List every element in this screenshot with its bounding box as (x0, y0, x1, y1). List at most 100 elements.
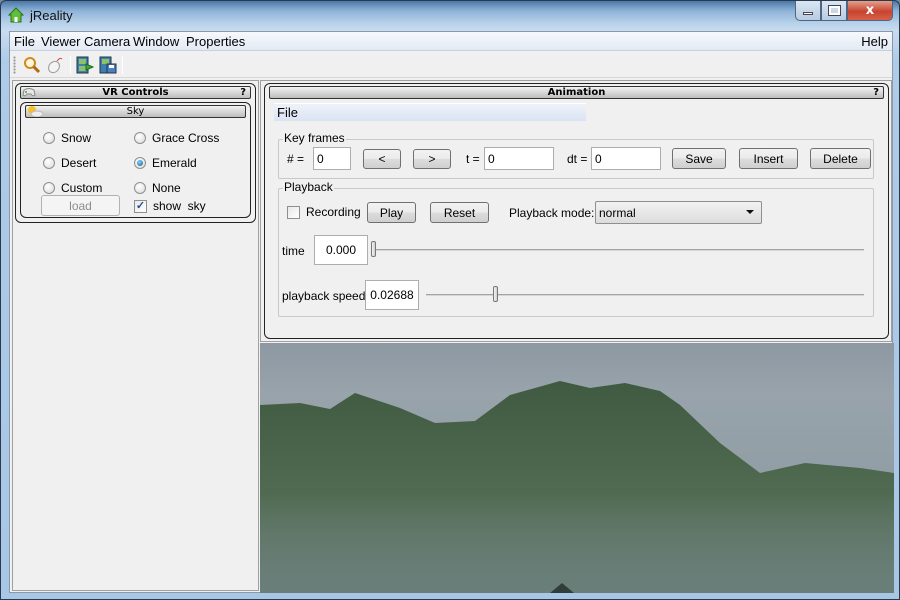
dt-label: dt = (567, 152, 588, 166)
recording-label: Recording (306, 205, 361, 219)
vr-controls-dock: VR Controls ? Sky Snow Grace Cross Deser… (12, 80, 259, 591)
menu-camera[interactable]: Camera (82, 33, 132, 50)
vr-controls-header[interactable]: VR Controls ? (20, 86, 251, 99)
speed-slider-track[interactable] (426, 294, 864, 296)
terrain-scene (260, 381, 894, 593)
film-export-icon (76, 56, 94, 74)
app-window: jReality x File Viewer Camera Window Pro… (0, 0, 900, 600)
save-keyframe-button[interactable]: Save (672, 148, 726, 169)
export-button[interactable] (75, 55, 95, 75)
menu-file[interactable]: File (12, 33, 37, 50)
3d-viewport[interactable] (260, 343, 894, 593)
playback-speed-field[interactable]: 0.02688 (365, 280, 419, 310)
save-film-button[interactable] (98, 55, 118, 75)
next-keyframe-button[interactable]: > (413, 149, 451, 169)
title-bar[interactable]: jReality x (1, 1, 900, 31)
playback-speed-label: playback speed (282, 289, 366, 303)
sky-header[interactable]: Sky (25, 105, 246, 118)
show-sky-checkbox[interactable]: ✓ (134, 199, 147, 213)
animation-help-button[interactable]: ? (873, 87, 879, 98)
index-label: # = (287, 152, 305, 166)
sky-option-none[interactable]: None (134, 181, 181, 195)
home-icon (8, 7, 24, 23)
time-field[interactable]: 0.000 (314, 235, 368, 265)
maximize-icon (827, 5, 841, 16)
magnifier-icon (24, 57, 41, 74)
speed-slider-thumb[interactable] (493, 286, 499, 302)
film-save-icon (99, 56, 117, 74)
playback-mode-value: normal (599, 205, 636, 220)
recording-option[interactable]: Recording (287, 205, 361, 219)
radio-label: Emerald (152, 156, 197, 170)
minimize-button[interactable] (795, 1, 821, 21)
radio-custom[interactable] (43, 182, 55, 194)
menu-bar: File Viewer Camera Window Properties Hel… (10, 32, 892, 51)
mist-layer (260, 493, 894, 593)
radio-grace-cross[interactable] (134, 132, 146, 144)
sky-option-grace-cross[interactable]: Grace Cross (134, 131, 219, 145)
radio-label: Desert (61, 156, 97, 170)
window-title: jReality (30, 8, 73, 23)
reset-button[interactable]: Reset (430, 202, 489, 223)
minimize-icon (803, 12, 813, 15)
t-field[interactable]: 0 (484, 147, 554, 170)
prev-keyframe-button[interactable]: < (363, 149, 401, 169)
zoom-tool-button[interactable] (22, 55, 42, 75)
menu-help[interactable]: Help (859, 33, 890, 50)
toolbar-separator (122, 56, 123, 74)
show-sky-label: show sky (153, 199, 206, 213)
animation-file-menu[interactable]: File (274, 103, 586, 121)
key-frames-title: Key frames (283, 131, 346, 145)
sun-cloud-icon (27, 105, 44, 120)
delete-keyframe-button[interactable]: Delete (810, 148, 871, 169)
animation-title: Animation (547, 87, 606, 98)
close-button[interactable]: x (847, 1, 893, 21)
toolbar (10, 52, 892, 78)
mouse-tool-button[interactable] (45, 55, 65, 75)
recording-checkbox[interactable] (287, 205, 300, 219)
time-label: time (282, 244, 305, 258)
vr-controls-help-button[interactable]: ? (240, 87, 246, 98)
radio-label: Snow (61, 131, 92, 145)
sky-option-desert[interactable]: Desert (43, 156, 96, 170)
play-button[interactable]: Play (367, 202, 416, 223)
animation-dock: Animation ? File Key frames # = 0 < > t … (260, 80, 892, 342)
close-icon: x (865, 3, 875, 18)
radio-label: Custom (61, 181, 103, 195)
radio-none[interactable] (134, 182, 146, 194)
sky-option-emerald[interactable]: Emerald (134, 156, 197, 170)
animation-panel: Animation ? File Key frames # = 0 < > t … (264, 83, 889, 339)
time-slider-track[interactable] (374, 249, 864, 251)
radio-desert[interactable] (43, 157, 55, 169)
animation-header[interactable]: Animation ? (269, 86, 884, 99)
sky-panel: Sky Snow Grace Cross Desert Emerald Cust… (20, 102, 251, 218)
show-sky-option[interactable]: ✓ show sky (134, 199, 206, 213)
toolbar-separator (70, 56, 71, 74)
menu-properties[interactable]: Properties (184, 33, 247, 50)
vr-controls-panel: VR Controls ? Sky Snow Grace Cross Deser… (15, 83, 256, 223)
menu-window[interactable]: Window (131, 33, 181, 50)
sky-option-snow[interactable]: Snow (43, 131, 91, 145)
maximize-button[interactable] (821, 1, 847, 21)
time-slider-thumb[interactable] (371, 241, 376, 257)
radio-snow[interactable] (43, 132, 55, 144)
dt-field[interactable]: 0 (591, 147, 661, 170)
load-button[interactable]: load (41, 195, 120, 216)
radio-label: None (152, 181, 181, 195)
vr-controls-title: VR Controls (102, 87, 169, 98)
sky-option-custom[interactable]: Custom (43, 181, 102, 195)
toolbar-grip[interactable] (13, 56, 16, 74)
key-frames-group: Key frames # = 0 < > t = 0 dt = 0 Save I… (278, 131, 874, 179)
client-area: File Viewer Camera Window Properties Hel… (9, 31, 894, 593)
sky-title: Sky (126, 106, 145, 117)
playback-mode-label: Playback mode: (509, 206, 595, 220)
playback-group: Playback Recording Play Reset Playback m… (278, 180, 874, 317)
menu-viewer[interactable]: Viewer (39, 33, 83, 50)
radio-label: Grace Cross (152, 131, 220, 145)
playback-mode-select[interactable]: normal (595, 201, 762, 224)
radio-emerald[interactable] (134, 157, 146, 169)
chevron-down-icon (746, 210, 754, 214)
playback-title: Playback (283, 180, 334, 194)
index-field[interactable]: 0 (313, 147, 351, 170)
insert-keyframe-button[interactable]: Insert (739, 148, 798, 169)
